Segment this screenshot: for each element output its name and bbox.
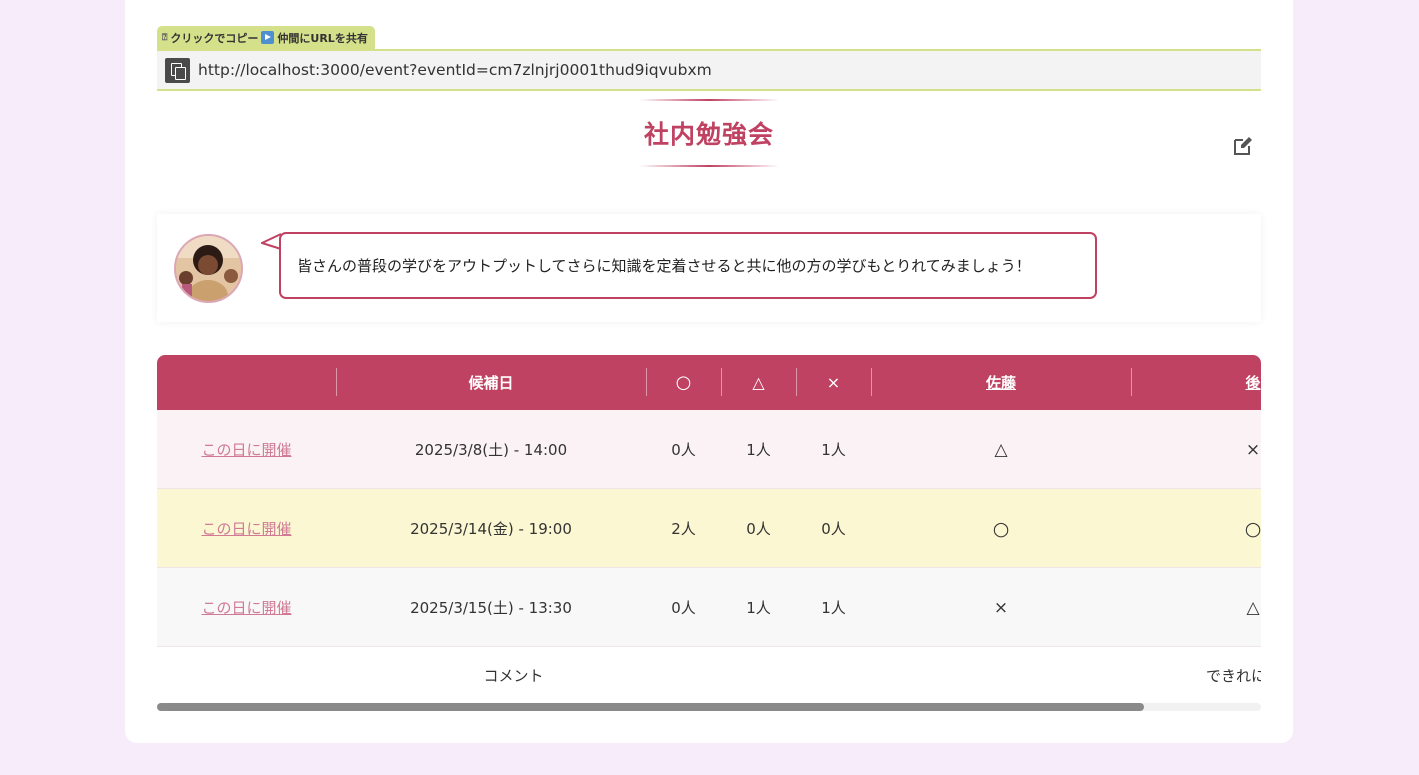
schedule-table: 候補日 ○ △ × 佐藤 後 この日に開催 2025/3/8(土) - 14:0… — [157, 355, 1261, 711]
avatar — [174, 234, 243, 303]
participant-answer: × — [1245, 439, 1261, 460]
clipboard-small-icon: ⍰ — [162, 32, 168, 43]
maybe-count: 1人 — [746, 441, 771, 459]
participant-link[interactable]: 後 — [1131, 355, 1261, 410]
participant-answer: △ — [1246, 597, 1260, 618]
header-maybe: △ — [752, 373, 765, 392]
copy-icon[interactable] — [165, 57, 190, 83]
hold-on-this-day-link[interactable]: この日に開催 — [201, 518, 291, 539]
participant-answer: ○ — [1244, 517, 1261, 540]
participant-answer: ○ — [992, 517, 1010, 540]
share-url[interactable]: http://localhost:3000/event?eventId=cm7z… — [198, 61, 712, 79]
header-ok: ○ — [675, 372, 692, 393]
ng-count: 0人 — [821, 520, 846, 538]
table-row: この日に開催 2025/3/15(土) - 13:30 0人 1人 1人 × △ — [157, 568, 1261, 647]
table-header: 候補日 ○ △ × 佐藤 後 — [157, 355, 1261, 410]
ok-count: 0人 — [671, 441, 696, 459]
table-row: この日に開催 2025/3/8(土) - 14:00 0人 1人 1人 △ × — [157, 410, 1261, 489]
share-tag: ⍰ クリックでコピー 仲間にURLを共有 — [157, 26, 375, 49]
candidate-date: 2025/3/14(金) - 19:00 — [410, 520, 572, 538]
participant-answer: × — [993, 597, 1009, 618]
hold-on-this-day-link[interactable]: この日に開催 — [201, 597, 291, 618]
header-ng: × — [826, 373, 841, 392]
comment-label: コメント — [483, 667, 544, 685]
participant-link[interactable]: 佐藤 — [871, 355, 1131, 410]
share-tag-label-2: 仲間にURLを共有 — [277, 31, 368, 45]
maybe-count: 1人 — [746, 599, 771, 617]
horizontal-scrollbar[interactable] — [157, 703, 1261, 711]
maybe-count: 0人 — [746, 520, 771, 538]
participant-comment: できれに — [1206, 667, 1261, 685]
play-icon — [261, 31, 275, 44]
scrollbar-thumb[interactable] — [157, 703, 1144, 711]
ng-count: 1人 — [821, 441, 846, 459]
comment-row: コメント できれに — [157, 648, 1261, 703]
event-title: 社内勉強会 — [643, 120, 774, 149]
participant-answer: △ — [994, 439, 1008, 460]
table-row: この日に開催 2025/3/14(金) - 19:00 2人 0人 0人 ○ ○ — [157, 489, 1261, 568]
candidate-date: 2025/3/8(土) - 14:00 — [414, 441, 568, 459]
ok-count: 0人 — [671, 599, 696, 617]
ng-count: 1人 — [821, 599, 846, 617]
header-candidate: 候補日 — [468, 374, 514, 392]
description-bubble: 皆さんの普段の学びをアウトプットしてさらに知識を定着させると共に他の方の学びもと… — [279, 232, 1097, 299]
share-url-bar[interactable]: http://localhost:3000/event?eventId=cm7z… — [157, 49, 1261, 91]
edit-icon[interactable] — [1232, 135, 1254, 157]
share-tag-label: クリックでコピー — [170, 31, 259, 45]
event-description: 皆さんの普段の学びをアウトプットしてさらに知識を定着させると共に他の方の学びもと… — [297, 257, 1031, 275]
ok-count: 2人 — [671, 520, 696, 538]
candidate-date: 2025/3/15(土) - 13:30 — [410, 599, 572, 617]
event-title-wrapper: 社内勉強会 — [609, 98, 809, 168]
hold-on-this-day-link[interactable]: この日に開催 — [201, 439, 291, 460]
